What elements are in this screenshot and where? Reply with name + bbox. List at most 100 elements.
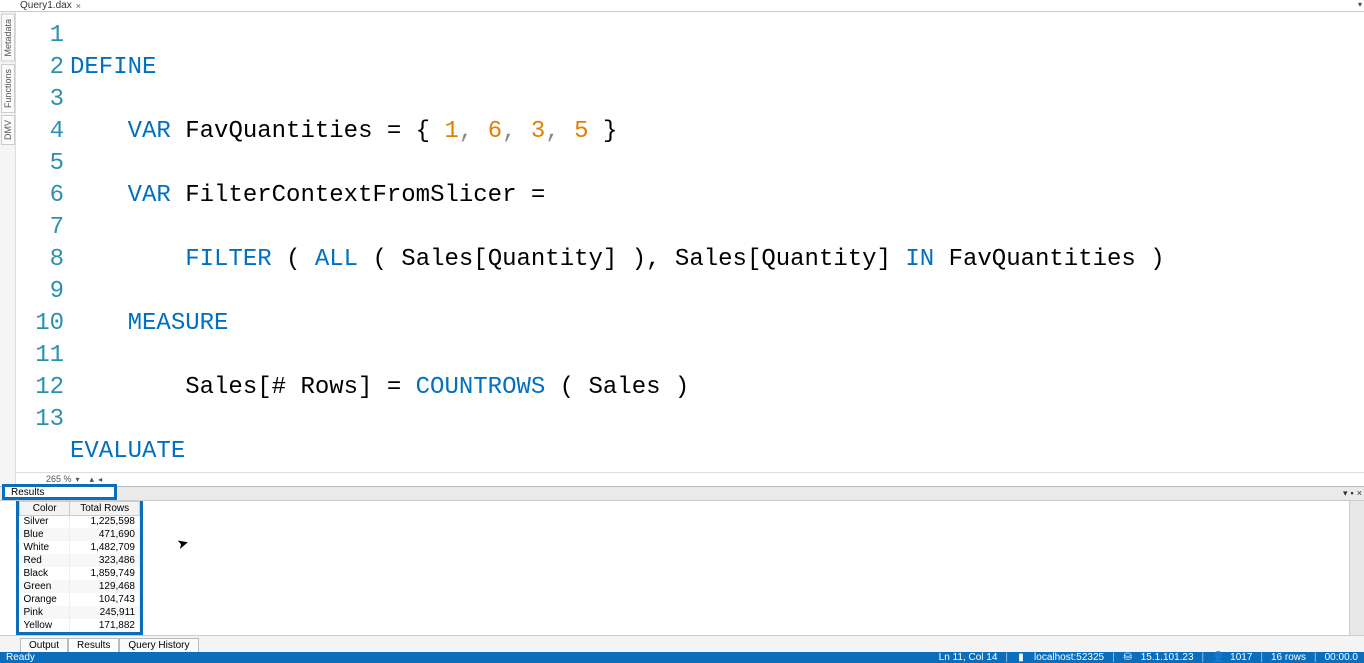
results-grid[interactable]: Color Total Rows Silver1,225,598Blue471,… — [16, 501, 143, 636]
kw-measure: MEASURE — [128, 310, 229, 337]
op: = — [517, 182, 546, 209]
cell-total-rows: 104,743 — [70, 593, 140, 606]
column-header[interactable]: Color — [20, 501, 70, 515]
line-number: 10 — [16, 308, 64, 340]
table-row[interactable]: Green129,468 — [20, 580, 140, 593]
pin-icon[interactable]: ▪ — [1351, 488, 1354, 499]
cell-total-rows: 471,690 — [70, 528, 140, 541]
editor: 1 2 3 4 5 6 7 8 9 10 11 12 13 DEFINE VAR… — [16, 12, 1364, 486]
table-row[interactable]: Black1,859,749 — [20, 567, 140, 580]
table-row[interactable]: Silver1,225,598 — [20, 515, 140, 528]
statusbar: Ready Ln 11, Col 14 | ▮ localhost:52325 … — [0, 652, 1364, 663]
fn-filter: FILTER — [185, 246, 271, 273]
results-empty-area: ➤ — [143, 501, 1364, 636]
document-tab[interactable]: Query1.dax × — [16, 0, 85, 11]
cell-color: Yellow — [20, 619, 70, 632]
code-body[interactable]: DEFINE VAR FavQuantities = { 1, 6, 3, 5 … — [70, 12, 1364, 472]
args: ( Sales ) — [545, 374, 689, 401]
id: Sales[# Rows] = — [185, 374, 415, 401]
dropdown-icon[interactable]: ▾ — [1343, 488, 1348, 499]
id: FavQuantities — [185, 118, 372, 145]
db-icon: ⛁ — [1123, 652, 1133, 663]
results-header: Results ▾ ▪ × — [0, 487, 1364, 501]
cell-color: Black — [20, 567, 70, 580]
column-header[interactable]: Total Rows — [70, 501, 140, 515]
args: ( Sales[Quantity] ), Sales[Quantity] — [358, 246, 905, 273]
line-number: 6 — [16, 180, 64, 212]
user-icon: 👤 — [1212, 652, 1222, 663]
chevron-left-icon[interactable]: ◂ — [98, 475, 102, 484]
side-tab-dmv[interactable]: DMV — [1, 115, 15, 145]
cell-color: Pink — [20, 606, 70, 619]
cell-color: Blue — [20, 528, 70, 541]
table-row[interactable]: Pink245,911 — [20, 606, 140, 619]
cell-color: White — [20, 541, 70, 554]
cell-total-rows: 245,911 — [70, 606, 140, 619]
cell-total-rows: 323,486 — [70, 554, 140, 567]
zoom-bar: 265 % ▾ ▴ ◂ — [16, 472, 1364, 486]
tab-dropdown-icon[interactable]: ▾ — [1358, 0, 1362, 9]
side-tab-functions[interactable]: Functions — [1, 64, 15, 113]
cell-total-rows: 1,225,598 — [70, 515, 140, 528]
zoom-value[interactable]: 265 % — [46, 474, 72, 484]
status-ready: Ready — [6, 652, 35, 663]
line-number: 8 — [16, 244, 64, 276]
tab-results[interactable]: Results — [68, 638, 119, 652]
line-number: 11 — [16, 340, 64, 372]
table-row[interactable]: Blue471,690 — [20, 528, 140, 541]
line-number: 1 — [16, 20, 64, 52]
cell-total-rows: 1,859,749 — [70, 567, 140, 580]
line-gutter: 1 2 3 4 5 6 7 8 9 10 11 12 13 — [16, 12, 70, 472]
line-number: 4 — [16, 116, 64, 148]
num: 3 — [531, 118, 545, 145]
table-row[interactable]: Orange104,743 — [20, 593, 140, 606]
titlebar: Query1.dax × ▾ — [0, 0, 1364, 12]
kw-var: VAR — [128, 182, 171, 209]
cell-color: Green — [20, 580, 70, 593]
table-row[interactable]: White1,482,709 — [20, 541, 140, 554]
kw-define: DEFINE — [70, 54, 156, 81]
code-editor[interactable]: 1 2 3 4 5 6 7 8 9 10 11 12 13 DEFINE VAR… — [16, 12, 1364, 472]
fn-all: ALL — [315, 246, 358, 273]
cursor-icon: ➤ — [175, 533, 191, 552]
close-icon[interactable]: × — [76, 1, 81, 11]
kw-in: IN — [905, 246, 934, 273]
cell-total-rows: 1,482,709 — [70, 541, 140, 554]
op: = { — [372, 118, 444, 145]
cell-total-rows: 171,882 — [70, 619, 140, 632]
op: } — [589, 118, 618, 145]
fn-countrows: COUNTROWS — [416, 374, 546, 401]
status-users: 1017 — [1230, 652, 1252, 663]
server-icon: ▮ — [1016, 652, 1026, 663]
num: 6 — [488, 118, 502, 145]
side-tab-metadata[interactable]: Metadata — [1, 14, 15, 62]
cell-color: Red — [20, 554, 70, 567]
line-number: 12 — [16, 372, 64, 404]
status-version: 15.1.101.23 — [1141, 652, 1194, 663]
line-number: 5 — [16, 148, 64, 180]
table-row[interactable]: Red323,486 — [20, 554, 140, 567]
line-number: 7 — [16, 212, 64, 244]
kw-evaluate: EVALUATE — [70, 438, 185, 465]
args: FavQuantities ) — [934, 246, 1164, 273]
line-number: 2 — [16, 52, 64, 84]
num: 1 — [444, 118, 458, 145]
status-time: 00:00.0 — [1325, 652, 1358, 663]
line-number: 13 — [16, 404, 64, 436]
status-server: localhost:52325 — [1034, 652, 1104, 663]
table-row[interactable]: Yellow171,882 — [20, 619, 140, 632]
num: 5 — [574, 118, 588, 145]
tab-query-history[interactable]: Query History — [119, 638, 198, 652]
kw-var: VAR — [128, 118, 171, 145]
results-pane: Results ▾ ▪ × Color Total Rows Silver1,2… — [0, 486, 1364, 653]
cell-color: Orange — [20, 593, 70, 606]
document-tab-label: Query1.dax — [20, 0, 72, 11]
bottom-tabs: Output Results Query History — [0, 635, 1364, 652]
status-position: Ln 11, Col 14 — [939, 652, 998, 663]
close-icon[interactable]: × — [1357, 488, 1362, 499]
results-title: Results — [2, 484, 117, 500]
line-number: 3 — [16, 84, 64, 116]
chevron-down-icon[interactable]: ▾ — [76, 475, 80, 484]
cell-total-rows: 129,468 — [70, 580, 140, 593]
tab-output[interactable]: Output — [20, 638, 68, 652]
